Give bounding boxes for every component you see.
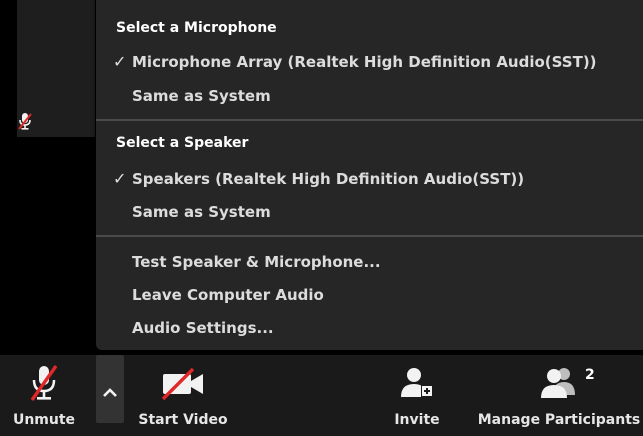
- speaker-section: Select a Speaker ✓ Speakers (Realtek Hig…: [96, 120, 643, 235]
- microphone-section-header: Select a Microphone: [116, 20, 277, 36]
- audio-actions-section: Test Speaker & Microphone... Leave Compu…: [96, 235, 643, 348]
- microphone-section: Select a Microphone ✓ Microphone Array (…: [96, 0, 643, 120]
- unmute-button[interactable]: Unmute: [0, 355, 88, 436]
- speaker-option-realtek[interactable]: Speakers (Realtek High Definition Audio(…: [132, 170, 524, 188]
- video-off-icon: [159, 367, 207, 405]
- add-person-icon: [399, 365, 435, 405]
- test-speaker-microphone-item[interactable]: Test Speaker & Microphone...: [132, 253, 381, 271]
- invite-label: Invite: [394, 412, 440, 428]
- audio-settings-item[interactable]: Audio Settings...: [132, 319, 274, 337]
- speaker-section-header: Select a Speaker: [116, 135, 249, 151]
- start-video-label: Start Video: [138, 412, 228, 428]
- meeting-toolbar: Unmute Start Video Invite 2 Manage Parti…: [0, 355, 643, 436]
- check-icon: ✓: [113, 52, 127, 71]
- speaker-option-same-as-system[interactable]: Same as System: [132, 203, 271, 221]
- chevron-up-icon: [103, 388, 117, 397]
- manage-participants-button[interactable]: 2 Manage Participants: [475, 355, 643, 436]
- muted-microphone-icon: [17, 111, 33, 131]
- audio-options-caret[interactable]: [96, 355, 124, 423]
- audio-options-menu: Select a Microphone ✓ Microphone Array (…: [96, 0, 643, 350]
- unmute-label: Unmute: [12, 412, 76, 428]
- microphone-option-realtek[interactable]: Microphone Array (Realtek High Definitio…: [132, 53, 597, 71]
- leave-computer-audio-item[interactable]: Leave Computer Audio: [132, 286, 324, 304]
- check-icon: ✓: [113, 169, 127, 188]
- participants-icon: [539, 365, 579, 405]
- invite-button[interactable]: Invite: [382, 355, 452, 436]
- participant-count-badge: 2: [585, 367, 595, 383]
- muted-microphone-icon: [29, 363, 59, 407]
- start-video-button[interactable]: Start Video: [128, 355, 238, 436]
- microphone-option-same-as-system[interactable]: Same as System: [132, 87, 271, 105]
- manage-participants-label: Manage Participants: [477, 412, 641, 428]
